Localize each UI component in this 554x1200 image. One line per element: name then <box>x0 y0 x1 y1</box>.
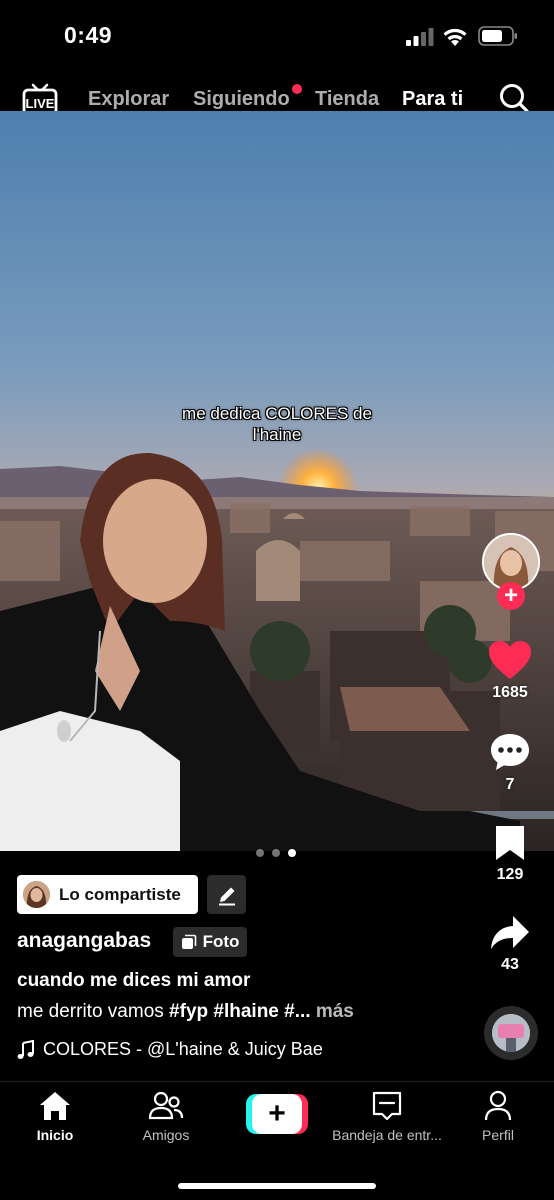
comment-button[interactable]: 7 <box>480 732 540 794</box>
avatar-image <box>484 535 538 589</box>
sunset-city-photo <box>0 111 554 851</box>
bookmark-icon <box>496 826 524 860</box>
create-button[interactable]: + <box>246 1094 308 1134</box>
home-indicator[interactable] <box>178 1183 376 1189</box>
photo-caption-overlay: me dedica COLORES de l'haine <box>0 403 554 445</box>
status-time: 0:49 <box>64 22 113 48</box>
chip-avatar <box>23 881 50 908</box>
nav-perfil[interactable]: Perfil <box>443 1090 553 1143</box>
comment-icon <box>491 734 529 770</box>
photo-type-badge: Foto <box>173 927 247 957</box>
music-cover-image <box>492 1014 530 1052</box>
caption-line-2: l'haine <box>252 425 302 444</box>
page-dot-active[interactable] <box>288 849 296 857</box>
nav-amigos[interactable]: Amigos <box>111 1090 221 1143</box>
profile-icon <box>484 1090 512 1121</box>
nav-bandeja-label: Bandeja de entr... <box>332 1127 442 1143</box>
description-text: me derrito vamos <box>17 1001 170 1022</box>
type-badge-label: Foto <box>202 932 240 951</box>
friends-icon <box>148 1091 184 1120</box>
post-title: cuando me dices mi amor <box>17 970 251 991</box>
post-description[interactable]: me derrito vamos #fyp #lhaine #... más <box>17 1001 354 1023</box>
save-count: 129 <box>496 866 524 883</box>
battery-icon <box>478 26 517 46</box>
plus-icon: + <box>252 1094 302 1134</box>
home-icon <box>40 1092 70 1120</box>
bottom-navigation: Inicio Amigos + Bandeja de entr... Perfi… <box>0 1082 554 1162</box>
edit-button[interactable] <box>207 875 246 914</box>
share-button[interactable]: 43 <box>480 914 540 974</box>
wifi-icon <box>443 28 467 46</box>
tab-para-ti[interactable]: Para ti <box>402 88 463 111</box>
more-link[interactable]: más <box>316 1001 354 1022</box>
shared-chip[interactable]: Lo compartiste <box>17 875 198 914</box>
music-note-icon <box>17 1039 34 1059</box>
share-arrow-icon <box>491 916 529 949</box>
pencil-icon <box>218 887 235 905</box>
like-button[interactable]: 1685 <box>480 640 540 702</box>
sound-row[interactable]: COLORES - @L'haine & Juicy Bae <box>17 1039 323 1060</box>
page-dot[interactable] <box>256 849 264 857</box>
comment-count: 7 <box>505 776 515 793</box>
notification-dot <box>292 84 302 94</box>
inbox-icon <box>372 1091 402 1121</box>
follow-button[interactable]: + <box>497 582 525 610</box>
post-photo[interactable]: me dedica COLORES de l'haine <box>0 111 554 851</box>
nav-inicio-label: Inicio <box>36 1127 74 1143</box>
share-count: 43 <box>501 956 519 973</box>
tab-explorar[interactable]: Explorar <box>88 88 169 111</box>
chip-avatar-image <box>23 881 50 908</box>
nav-bandeja[interactable]: Bandeja de entr... <box>332 1090 442 1143</box>
nav-perfil-label: Perfil <box>482 1127 514 1143</box>
nav-inicio[interactable]: Inicio <box>0 1090 110 1143</box>
shared-label: Lo compartiste <box>59 884 181 904</box>
heart-icon <box>489 641 531 679</box>
sound-title: COLORES - @L'haine & Juicy Bae <box>43 1039 323 1059</box>
description-hashtags[interactable]: #fyp #lhaine #... <box>169 1001 311 1022</box>
svg-text:LIVE: LIVE <box>26 96 55 111</box>
creator-username[interactable]: anagangabas <box>17 929 151 953</box>
save-button[interactable]: 129 <box>480 824 540 884</box>
page-dot[interactable] <box>272 849 280 857</box>
caption-line-1: me dedica COLORES de <box>182 404 372 423</box>
tab-siguiendo[interactable]: Siguiendo <box>193 88 290 111</box>
tab-tienda[interactable]: Tienda <box>315 88 379 111</box>
like-count: 1685 <box>492 684 528 701</box>
music-disc[interactable] <box>484 1006 538 1060</box>
cellular-signal-icon <box>406 28 434 46</box>
photo-stack-icon <box>181 934 196 949</box>
status-bar: 0:49 <box>0 0 554 72</box>
search-icon[interactable] <box>498 82 530 114</box>
nav-amigos-label: Amigos <box>142 1127 190 1143</box>
